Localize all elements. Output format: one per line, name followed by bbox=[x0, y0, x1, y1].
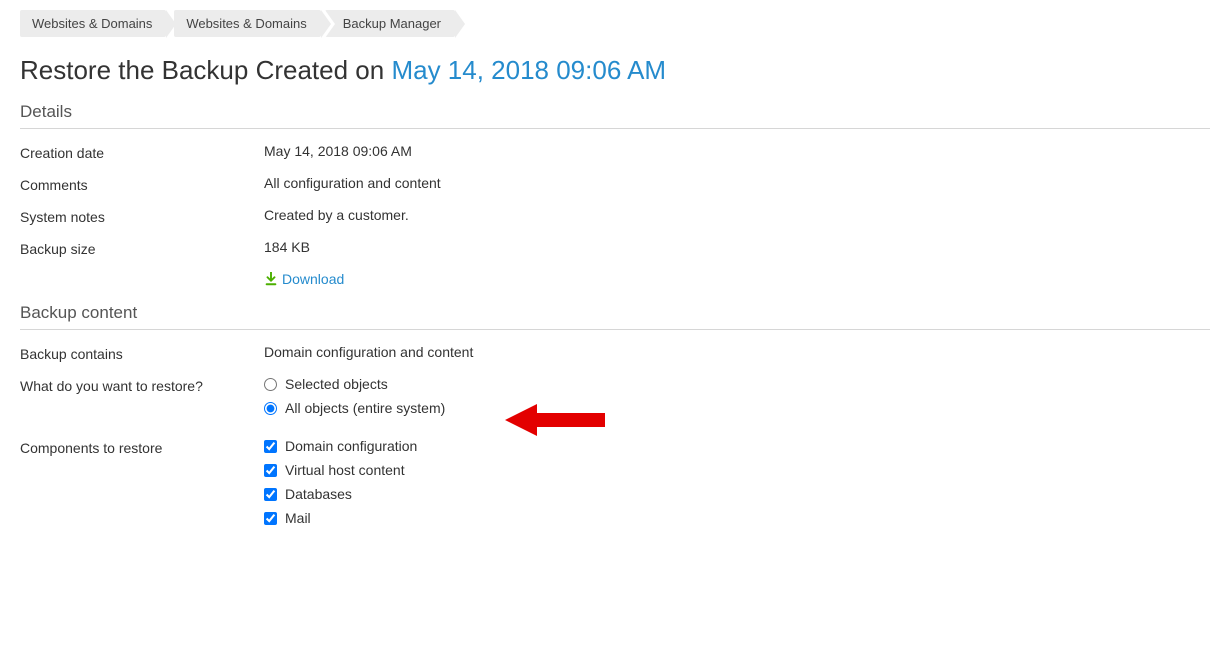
backup-size-value: 184 KB bbox=[264, 239, 1210, 255]
restore-question-label: What do you want to restore? bbox=[20, 376, 264, 394]
checkbox-domain-config[interactable]: Domain configuration bbox=[264, 438, 1210, 454]
radio-selected-objects-input[interactable] bbox=[264, 378, 277, 391]
checkbox-databases[interactable]: Databases bbox=[264, 486, 1210, 502]
page-title: Restore the Backup Created on May 14, 20… bbox=[20, 55, 1210, 86]
components-label: Components to restore bbox=[20, 438, 264, 456]
radio-all-objects[interactable]: All objects (entire system) bbox=[264, 400, 1210, 416]
system-notes-value: Created by a customer. bbox=[264, 207, 1210, 223]
breadcrumb-main: Websites & Domains Backup Manager bbox=[174, 10, 459, 37]
creation-date-value: May 14, 2018 09:06 AM bbox=[264, 143, 1210, 159]
checkbox-vhost[interactable]: Virtual host content bbox=[264, 462, 1210, 478]
breadcrumb-top: Websites & Domains bbox=[20, 10, 170, 37]
section-details-header: Details bbox=[20, 102, 1210, 129]
checkbox-mail[interactable]: Mail bbox=[264, 510, 1210, 526]
download-link[interactable]: Download bbox=[264, 271, 344, 287]
radio-all-objects-input[interactable] bbox=[264, 402, 277, 415]
download-icon bbox=[264, 272, 278, 286]
checkbox-mail-label: Mail bbox=[285, 510, 311, 526]
comments-label: Comments bbox=[20, 175, 264, 193]
breadcrumb-websites-domains[interactable]: Websites & Domains bbox=[20, 10, 166, 37]
checkbox-databases-input[interactable] bbox=[264, 488, 277, 501]
page-title-date: May 14, 2018 09:06 AM bbox=[391, 55, 666, 85]
comments-value: All configuration and content bbox=[264, 175, 1210, 191]
checkbox-mail-input[interactable] bbox=[264, 512, 277, 525]
download-label: Download bbox=[282, 271, 344, 287]
breadcrumb-websites-domains-2[interactable]: Websites & Domains bbox=[174, 10, 320, 37]
page-title-text: Restore the Backup Created on bbox=[20, 55, 391, 85]
section-backup-content-header: Backup content bbox=[20, 303, 1210, 330]
system-notes-label: System notes bbox=[20, 207, 264, 225]
backup-size-label: Backup size bbox=[20, 239, 264, 257]
creation-date-label: Creation date bbox=[20, 143, 264, 161]
backup-contains-label: Backup contains bbox=[20, 344, 264, 362]
radio-all-objects-label: All objects (entire system) bbox=[285, 400, 445, 416]
backup-contains-value: Domain configuration and content bbox=[264, 344, 1210, 360]
checkbox-databases-label: Databases bbox=[285, 486, 352, 502]
radio-selected-objects[interactable]: Selected objects bbox=[264, 376, 1210, 392]
checkbox-domain-config-input[interactable] bbox=[264, 440, 277, 453]
checkbox-domain-config-label: Domain configuration bbox=[285, 438, 417, 454]
radio-selected-objects-label: Selected objects bbox=[285, 376, 388, 392]
breadcrumb-backup-manager[interactable]: Backup Manager bbox=[325, 10, 455, 37]
checkbox-vhost-input[interactable] bbox=[264, 464, 277, 477]
checkbox-vhost-label: Virtual host content bbox=[285, 462, 405, 478]
